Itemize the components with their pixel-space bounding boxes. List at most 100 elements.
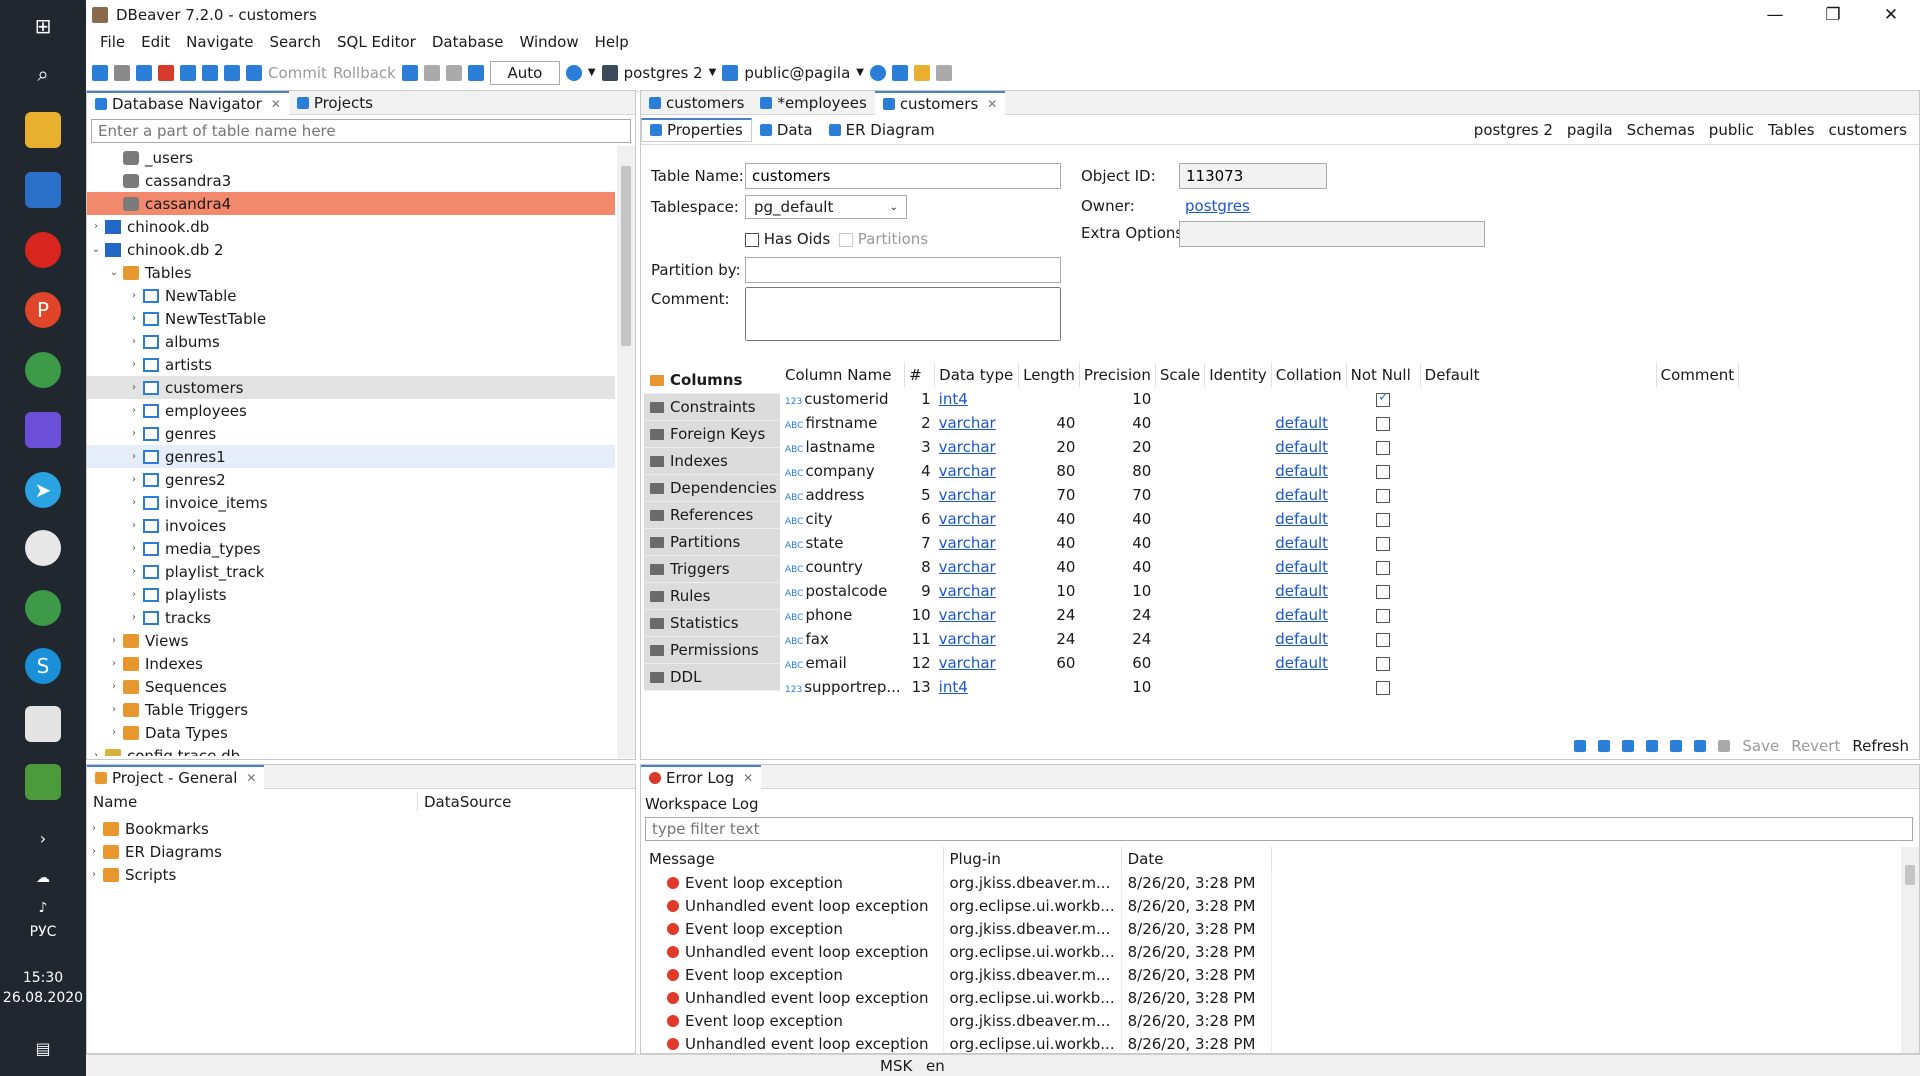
breadcrumb-connection[interactable]: postgres 2 — [1474, 121, 1553, 139]
save-button[interactable]: Save — [1742, 737, 1779, 755]
section-dependencies[interactable]: Dependencies — [644, 475, 780, 502]
cell-data-type[interactable]: varchar — [935, 531, 1019, 555]
tree-node-er-diagrams[interactable]: › ER Diagrams — [87, 840, 635, 863]
not-null-checkbox[interactable] — [1376, 560, 1391, 575]
connection-dropdown-icon[interactable]: ▼ — [709, 67, 717, 78]
col-header-not-null[interactable]: Not Null — [1346, 363, 1421, 387]
image-app-icon[interactable] — [25, 764, 61, 800]
not-null-checkbox[interactable] — [1376, 488, 1391, 503]
table-name-field[interactable] — [745, 163, 1061, 189]
wand-icon[interactable] — [913, 64, 930, 81]
not-null-checkbox[interactable] — [1376, 608, 1391, 623]
tree-node-table[interactable]: › playlist_track — [87, 560, 615, 583]
navigator-filter-input[interactable] — [91, 119, 631, 143]
tree-node-table-customers[interactable]: › customers — [87, 376, 615, 399]
tree-node-table[interactable]: › playlists — [87, 583, 615, 606]
cell-column-name[interactable]: 123 customerid — [781, 387, 905, 411]
table-row[interactable]: 123 supportrep... 13 int4 10 — [781, 675, 1739, 699]
cell-not-null[interactable] — [1346, 579, 1420, 603]
table-row[interactable]: ABC company 4 varchar 80 80 default — [781, 459, 1739, 483]
cell-not-null[interactable] — [1346, 387, 1420, 411]
tree-node-chinook-db[interactable]: › chinook.db — [87, 215, 615, 238]
not-null-checkbox[interactable] — [1376, 632, 1391, 647]
chrome-2-icon[interactable] — [25, 590, 61, 626]
save-icon[interactable] — [423, 64, 440, 81]
col-header-collation[interactable]: Collation — [1271, 363, 1347, 387]
schema-dropdown-icon[interactable]: ▼ — [856, 67, 864, 78]
menu-help[interactable]: Help — [587, 33, 637, 51]
language-indicator[interactable]: РУС — [0, 924, 86, 940]
skype-icon[interactable]: S — [25, 648, 61, 684]
cell-column-name[interactable]: ABC state — [781, 531, 905, 555]
cell-not-null[interactable] — [1346, 555, 1420, 579]
store-icon[interactable] — [25, 172, 61, 208]
tree-node-table[interactable]: › media_types — [87, 537, 615, 560]
menu-file[interactable]: File — [92, 33, 133, 51]
transaction-3-icon[interactable] — [224, 64, 240, 81]
table-row[interactable]: ABC lastname 3 varchar 20 20 default — [781, 435, 1739, 459]
editor-tab-customers[interactable]: customers — [641, 91, 752, 115]
edit-icon[interactable] — [1670, 740, 1683, 752]
app-p-icon[interactable]: P — [25, 292, 61, 328]
opera-icon[interactable] — [25, 232, 61, 268]
cell-collation[interactable] — [1271, 675, 1346, 699]
log-row[interactable]: Unhandled event loop exception org.eclips… — [643, 940, 1272, 963]
cell-data-type[interactable]: int4 — [935, 387, 1019, 411]
windows-start-icon[interactable]: ⊞ — [25, 8, 61, 44]
tree-node-config-trace-db[interactable]: › config.trace.db — [87, 744, 615, 756]
tree-node-tables[interactable]: ⌄ Tables — [87, 261, 615, 284]
tab-project-general[interactable]: Project - General ✕ — [87, 765, 265, 789]
col-header-data-type[interactable]: Data type — [934, 363, 1020, 387]
tree-node-indexes[interactable]: › Indexes — [87, 652, 615, 675]
comment-field[interactable] — [745, 287, 1061, 341]
tree-node-cassandra3[interactable]: cassandra3 — [87, 169, 615, 192]
tree-node-table[interactable]: › genres2 — [87, 468, 615, 491]
search-icon[interactable]: ⌕ — [25, 56, 61, 92]
tree-node-data-types[interactable]: › Data Types — [87, 721, 615, 744]
refresh-button[interactable]: Refresh — [1852, 737, 1909, 755]
not-null-checkbox[interactable] — [1376, 680, 1391, 695]
cell-collation[interactable]: default — [1271, 411, 1346, 435]
tab-projects[interactable]: Projects — [289, 91, 381, 115]
cell-column-name[interactable]: ABC email — [781, 651, 905, 675]
add-column-icon[interactable] — [1598, 740, 1611, 752]
chevron-down-icon[interactable]: ▼ — [588, 67, 596, 78]
section-statistics[interactable]: Statistics — [644, 610, 780, 637]
owner-link[interactable]: postgres — [1185, 197, 1250, 215]
connect-icon[interactable] — [114, 64, 130, 81]
cell-column-name[interactable]: ABC fax — [781, 627, 905, 651]
cell-collation[interactable] — [1271, 387, 1346, 411]
cell-collation[interactable]: default — [1271, 627, 1346, 651]
subtab-data[interactable]: Data — [752, 118, 821, 142]
cell-collation[interactable]: default — [1271, 579, 1346, 603]
cell-column-name[interactable]: ABC country — [781, 555, 905, 579]
revert-button[interactable]: Revert — [1791, 737, 1840, 755]
cell-column-name[interactable]: ABC postalcode — [781, 579, 905, 603]
error-log-scrollbar[interactable] — [1901, 847, 1919, 1053]
chevron-down-icon[interactable]: ⌄ — [89, 244, 103, 255]
table-row[interactable]: ABC email 12 varchar 60 60 default — [781, 651, 1739, 675]
cell-data-type[interactable]: varchar — [935, 411, 1019, 435]
tree-node-table[interactable]: › genres1 — [87, 445, 615, 468]
tree-node-users[interactable]: _users — [87, 146, 615, 169]
tree-node-table[interactable]: › employees — [87, 399, 615, 422]
monitor-icon[interactable] — [869, 64, 886, 81]
settings-icon[interactable] — [1646, 740, 1659, 752]
not-null-checkbox[interactable] — [1376, 464, 1391, 479]
log-row[interactable]: Unhandled event loop exception org.eclips… — [643, 894, 1272, 917]
chrome-icon[interactable] — [25, 352, 61, 388]
table-row[interactable]: ABC country 8 varchar 40 40 default — [781, 555, 1739, 579]
cell-column-name[interactable]: ABC phone — [781, 603, 905, 627]
cell-not-null[interactable] — [1346, 459, 1420, 483]
tablespace-select[interactable]: pg_default ⌄ — [745, 195, 907, 219]
cell-column-name[interactable]: ABC city — [781, 507, 905, 531]
cell-not-null[interactable] — [1346, 531, 1420, 555]
log-row[interactable]: Event loop exception org.jkiss.dbeaver.m.… — [643, 917, 1272, 940]
col-header-default[interactable]: Default — [1420, 363, 1657, 387]
cell-data-type[interactable]: varchar — [935, 507, 1019, 531]
cell-column-name[interactable]: 123 supportrep... — [781, 675, 905, 699]
cell-data-type[interactable]: varchar — [935, 555, 1019, 579]
close-icon[interactable]: ✕ — [1862, 0, 1920, 30]
not-null-checkbox[interactable] — [1376, 656, 1391, 671]
menu-search[interactable]: Search — [261, 33, 329, 51]
